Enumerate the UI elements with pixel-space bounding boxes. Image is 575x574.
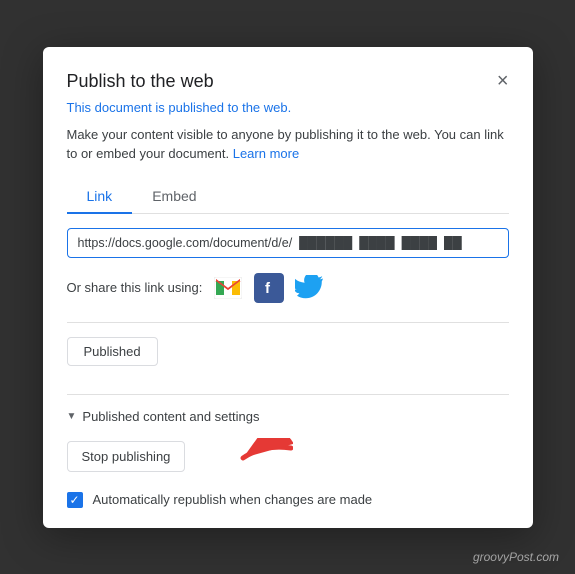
modal-dialog: Publish to the web × This document is pu… xyxy=(43,47,533,528)
share-prefix: Or share this link using: xyxy=(67,280,203,295)
divider-1 xyxy=(67,322,509,323)
url-row xyxy=(67,228,509,258)
learn-more-link[interactable]: Learn more xyxy=(233,146,299,161)
tab-link[interactable]: Link xyxy=(67,180,133,214)
share-row: Or share this link using: f xyxy=(67,272,509,304)
close-button[interactable]: × xyxy=(497,71,509,91)
published-notice: This document is published to the web. xyxy=(67,100,509,115)
checkbox-row: ✓ Automatically republish when changes a… xyxy=(67,492,509,508)
gmail-icon[interactable] xyxy=(212,272,244,304)
facebook-icon[interactable]: f xyxy=(254,273,284,303)
svg-text:f: f xyxy=(265,280,271,297)
published-button[interactable]: Published xyxy=(67,337,158,366)
tab-bar: Link Embed xyxy=(67,180,509,214)
triangle-icon: ▼ xyxy=(67,411,77,422)
arrow-icon xyxy=(203,438,293,476)
stop-publishing-row: Stop publishing xyxy=(67,438,509,476)
stop-publishing-button[interactable]: Stop publishing xyxy=(67,441,186,472)
divider-2 xyxy=(67,394,509,395)
twitter-icon[interactable] xyxy=(294,272,326,304)
watermark: groovyPost.com xyxy=(473,550,559,564)
auto-republish-checkbox[interactable]: ✓ xyxy=(67,492,83,508)
settings-label-text: Published content and settings xyxy=(82,409,259,424)
settings-section-label: ▼ Published content and settings xyxy=(67,409,509,424)
checkbox-label: Automatically republish when changes are… xyxy=(93,492,373,507)
modal-title: Publish to the web xyxy=(67,71,214,92)
checkmark-icon: ✓ xyxy=(69,494,79,506)
modal-header: Publish to the web × xyxy=(67,71,509,92)
tab-embed[interactable]: Embed xyxy=(132,180,216,214)
description-text: Make your content visible to anyone by p… xyxy=(67,125,509,164)
url-input[interactable] xyxy=(67,228,509,258)
published-button-wrapper: Published xyxy=(67,337,509,380)
